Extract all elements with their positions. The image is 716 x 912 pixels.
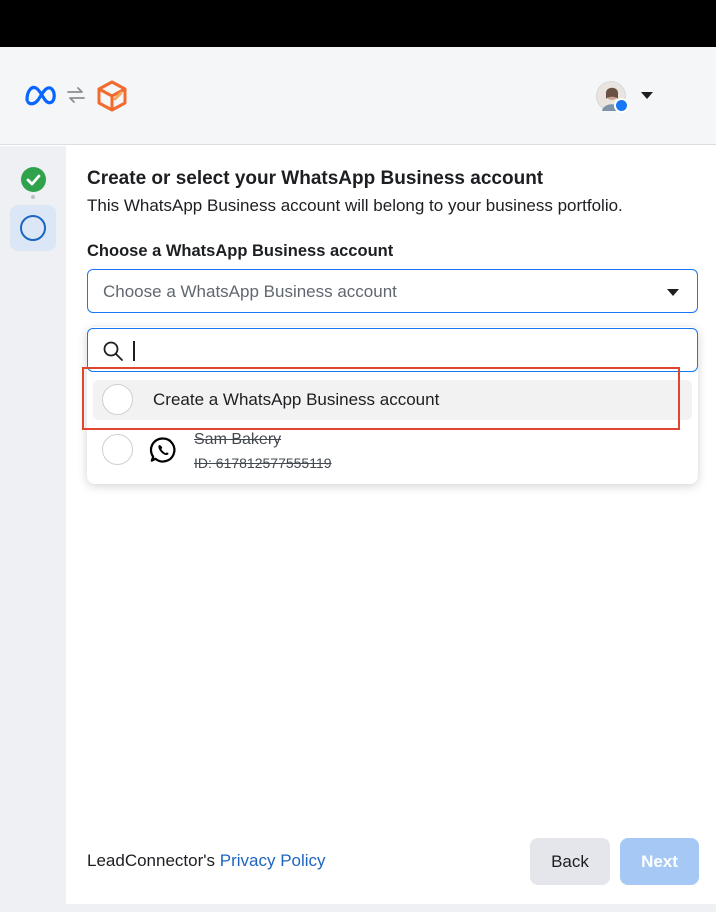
- top-black-bar: [0, 0, 716, 47]
- text-cursor: [133, 341, 135, 361]
- page-subtitle: This WhatsApp Business account will belo…: [87, 196, 623, 215]
- steps-rail: [0, 146, 66, 904]
- chevron-down-icon: [667, 289, 679, 296]
- search-input[interactable]: [87, 328, 698, 372]
- account-select[interactable]: Choose a WhatsApp Business account: [87, 269, 698, 313]
- swap-icon: [67, 87, 85, 103]
- next-button[interactable]: Next: [620, 838, 699, 885]
- radio-button[interactable]: [102, 434, 133, 465]
- privacy-prefix: LeadConnector's: [87, 851, 215, 870]
- account-id: ID: 617812577555119: [194, 455, 332, 471]
- avatar[interactable]: [596, 81, 629, 113]
- privacy-policy-link[interactable]: Privacy Policy: [220, 851, 326, 870]
- app-logo-icon: [97, 80, 127, 112]
- bottom-edge: [0, 904, 716, 912]
- account-name: Sam Bakery: [194, 431, 282, 448]
- option-existing-account[interactable]: Sam Bakery ID: 617812577555119: [93, 428, 692, 476]
- facebook-icon: [614, 98, 629, 113]
- privacy-text: LeadConnector's Privacy Policy: [87, 851, 326, 871]
- check-icon: [26, 174, 41, 186]
- annotation-highlight-box: [82, 367, 680, 430]
- select-placeholder: Choose a WhatsApp Business account: [103, 282, 397, 301]
- account-menu-caret-icon[interactable]: [641, 92, 653, 99]
- meta-logo-icon: [25, 85, 56, 106]
- whatsapp-icon: [149, 437, 176, 463]
- field-label: Choose a WhatsApp Business account: [87, 242, 394, 260]
- search-icon: [103, 341, 123, 361]
- header: [0, 47, 716, 145]
- step-connector: [31, 195, 35, 205]
- page-title: Create or select your WhatsApp Business …: [87, 168, 544, 189]
- circle-icon: [20, 215, 46, 241]
- back-button[interactable]: Back: [530, 838, 610, 885]
- step-completed: [21, 167, 46, 192]
